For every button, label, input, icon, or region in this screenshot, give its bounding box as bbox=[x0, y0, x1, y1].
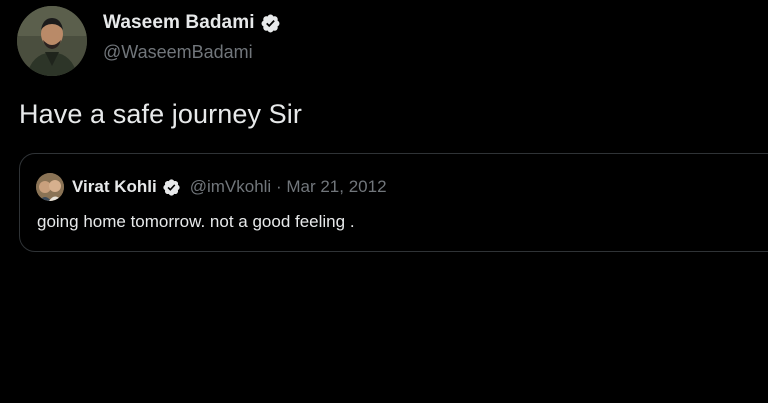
tweet-card: Waseem Badami @WaseemBadami Have a safe … bbox=[0, 0, 768, 403]
quoted-tweet[interactable]: Virat Kohli @imVkohli · Mar 21, 2012 goi… bbox=[19, 153, 768, 252]
author-display-name[interactable]: Waseem Badami bbox=[103, 12, 255, 34]
verified-badge-icon bbox=[260, 13, 281, 34]
author-info: Waseem Badami @WaseemBadami bbox=[103, 10, 281, 63]
author-handle[interactable]: @WaseemBadami bbox=[103, 42, 281, 63]
tweet-text: Have a safe journey Sir bbox=[19, 99, 302, 129]
meta-separator: · bbox=[275, 177, 282, 196]
quoted-tweet-header: Virat Kohli @imVkohli · Mar 21, 2012 bbox=[36, 173, 387, 201]
quoted-author-handle[interactable]: @imVkohli bbox=[190, 177, 272, 196]
author-name-row: Waseem Badami bbox=[103, 10, 281, 36]
author-avatar[interactable] bbox=[17, 6, 87, 76]
quoted-author-display-name[interactable]: Virat Kohli bbox=[72, 177, 157, 197]
quoted-author-avatar[interactable] bbox=[36, 173, 64, 201]
quoted-tweet-text: going home tomorrow. not a good feeling … bbox=[37, 212, 355, 231]
verified-badge-icon bbox=[162, 178, 181, 197]
quoted-tweet-date[interactable]: Mar 21, 2012 bbox=[286, 177, 386, 196]
quoted-meta: @imVkohli · Mar 21, 2012 bbox=[190, 177, 387, 197]
